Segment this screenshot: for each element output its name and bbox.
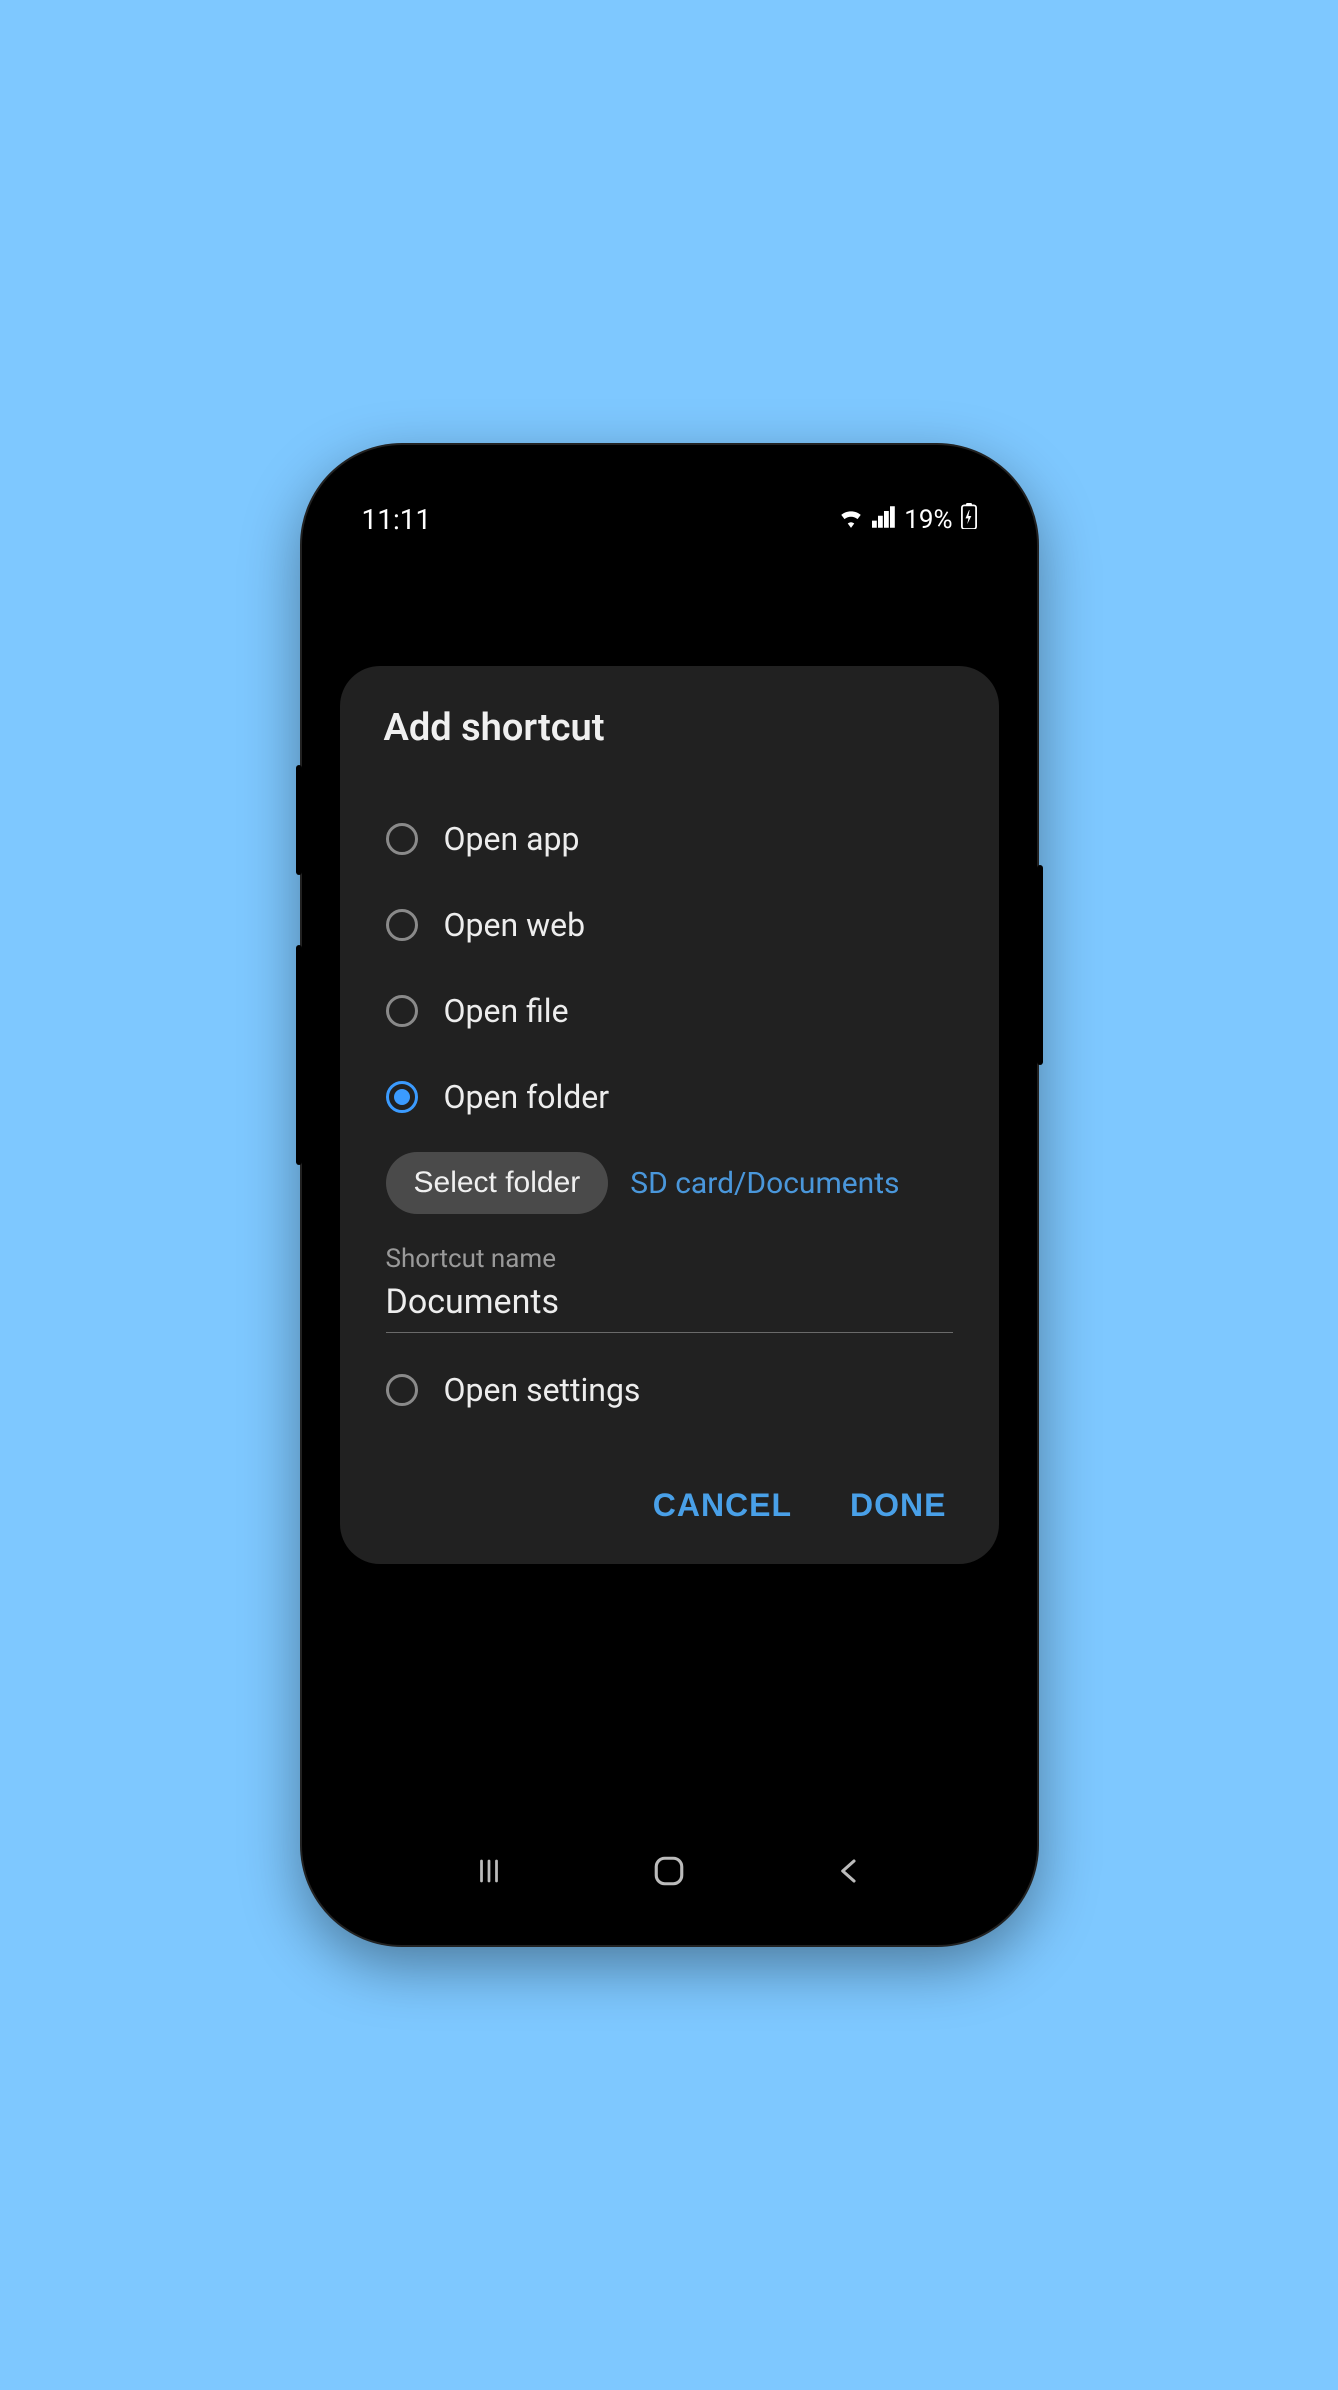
done-button[interactable]: DONE	[846, 1477, 950, 1534]
status-time: 11:11	[362, 503, 432, 536]
radio-open-web[interactable]: Open web	[378, 882, 961, 968]
radio-open-folder[interactable]: Open folder	[378, 1054, 961, 1140]
radio-icon	[386, 995, 418, 1027]
screen: 11:11 19% Add shortcut Open app	[320, 463, 1019, 1927]
phone-frame: 11:11 19% Add shortcut Open app	[302, 445, 1037, 1945]
signal-icon	[872, 505, 896, 535]
select-folder-button[interactable]: Select folder	[386, 1152, 609, 1214]
dialog-title: Add shortcut	[384, 706, 961, 750]
recents-button[interactable]	[467, 1849, 511, 1893]
radio-open-app[interactable]: Open app	[378, 796, 961, 882]
shortcut-name-label: Shortcut name	[386, 1244, 953, 1274]
back-button[interactable]	[827, 1849, 871, 1893]
status-bar: 11:11 19%	[320, 463, 1019, 536]
radio-label: Open settings	[444, 1371, 641, 1409]
status-right: 19%	[838, 503, 976, 536]
radio-label: Open web	[444, 906, 586, 944]
radio-label: Open app	[444, 820, 580, 858]
wifi-icon	[838, 505, 864, 535]
shortcut-name-input[interactable]	[386, 1278, 953, 1333]
battery-charging-icon	[961, 503, 977, 536]
add-shortcut-dialog: Add shortcut Open app Open web Open file…	[340, 666, 999, 1564]
side-button	[296, 765, 302, 875]
radio-icon	[386, 823, 418, 855]
radio-label: Open file	[444, 992, 569, 1030]
folder-selection-row: Select folder SD card/Documents	[386, 1152, 961, 1214]
radio-open-file[interactable]: Open file	[378, 968, 961, 1054]
radio-icon	[386, 909, 418, 941]
radio-open-settings[interactable]: Open settings	[378, 1347, 961, 1433]
radio-icon-selected	[386, 1081, 418, 1113]
battery-percent: 19%	[904, 505, 952, 535]
radio-icon	[386, 1374, 418, 1406]
home-button[interactable]	[647, 1849, 691, 1893]
cancel-button[interactable]: CANCEL	[649, 1477, 796, 1534]
power-button	[1037, 865, 1043, 1065]
shortcut-name-field: Shortcut name	[386, 1244, 953, 1333]
volume-button	[296, 945, 302, 1165]
selected-folder-path[interactable]: SD card/Documents	[630, 1166, 899, 1201]
radio-label: Open folder	[444, 1078, 610, 1116]
dialog-actions: CANCEL DONE	[378, 1477, 961, 1534]
navigation-bar	[320, 1849, 1019, 1893]
